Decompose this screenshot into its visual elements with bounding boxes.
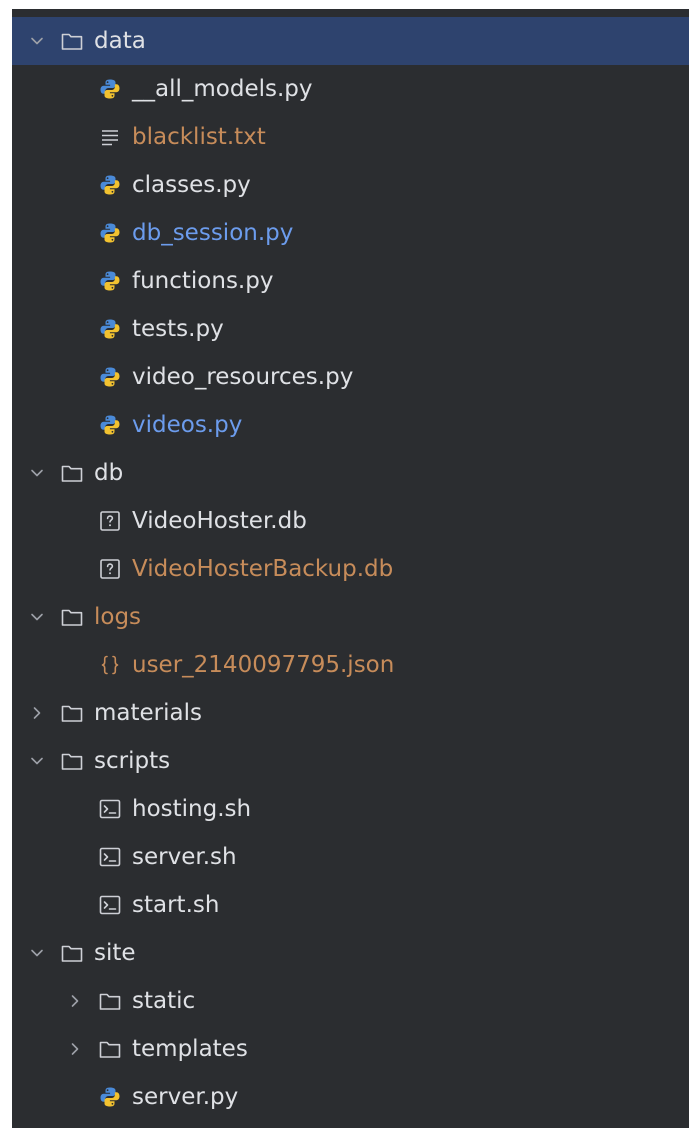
python-icon (98, 413, 122, 437)
chevron-right-icon[interactable] (64, 1038, 86, 1060)
tree-file-server-py[interactable]: server.py (12, 1073, 689, 1121)
tree-file-blacklist-txt[interactable]: blacklist.txt (12, 113, 689, 161)
tree-item-label: blacklist.txt (132, 124, 266, 150)
tree-file-user-2140097795-json[interactable]: user_2140097795.json (12, 641, 689, 689)
tree-file--all-models-py[interactable]: __all_models.py (12, 65, 689, 113)
chevron-right-icon[interactable] (26, 702, 48, 724)
tree-item-label: user_2140097795.json (132, 652, 395, 678)
tree-folder-templates[interactable]: templates (12, 1025, 689, 1073)
tree-item-label: db (94, 460, 124, 486)
chevron-down-icon[interactable] (26, 750, 48, 772)
tree-item-label: scripts (94, 748, 171, 774)
tree-item-label: video_resources.py (132, 364, 354, 390)
tree-item-label: static (132, 988, 196, 1014)
tree-file-functions-py[interactable]: functions.py (12, 257, 689, 305)
tree-file-videohosterbackup-db[interactable]: VideoHosterBackup.db (12, 545, 689, 593)
shell-icon (98, 893, 122, 917)
tree-item-label: hosting.sh (132, 796, 252, 822)
json-icon (98, 653, 122, 677)
tree-item-label: VideoHosterBackup.db (132, 556, 394, 582)
tree-folder-materials[interactable]: materials (12, 689, 689, 737)
shell-icon (98, 797, 122, 821)
tree-folder-data[interactable]: data (12, 17, 689, 65)
tree-item-label: __all_models.py (132, 76, 313, 102)
unknown-file-icon (98, 509, 122, 533)
folder-icon (60, 29, 84, 53)
tree-file-videohoster-db[interactable]: VideoHoster.db (12, 497, 689, 545)
python-icon (98, 221, 122, 245)
python-icon (98, 1085, 122, 1109)
tree-folder-site[interactable]: site (12, 929, 689, 977)
tree-file-classes-py[interactable]: classes.py (12, 161, 689, 209)
tree-item-label: tests.py (132, 316, 224, 342)
folder-icon (60, 701, 84, 725)
tree-file-video-resources-py[interactable]: video_resources.py (12, 353, 689, 401)
text-file-icon (98, 125, 122, 149)
python-icon (98, 269, 122, 293)
folder-icon (98, 1037, 122, 1061)
tree-item-label: site (94, 940, 136, 966)
chevron-down-icon[interactable] (26, 942, 48, 964)
tree-item-label: server.sh (132, 844, 237, 870)
tree-item-label: data (94, 28, 146, 54)
chevron-down-icon[interactable] (26, 606, 48, 628)
tree-item-label: logs (94, 604, 142, 630)
tree-item-label: server.py (132, 1084, 239, 1110)
tree-item-label: start.sh (132, 892, 220, 918)
tree-folder-static[interactable]: static (12, 977, 689, 1025)
tree-item-label: VideoHoster.db (132, 508, 307, 534)
python-icon (98, 317, 122, 341)
tree-file-server-sh[interactable]: server.sh (12, 833, 689, 881)
tree-file-tests-py[interactable]: tests.py (12, 305, 689, 353)
tree-item-label: db_session.py (132, 220, 294, 246)
tree-folder-scripts[interactable]: scripts (12, 737, 689, 785)
tree-file-hosting-sh[interactable]: hosting.sh (12, 785, 689, 833)
folder-icon (98, 989, 122, 1013)
tree-item-label: templates (132, 1036, 248, 1062)
tree-file-start-sh[interactable]: start.sh (12, 881, 689, 929)
tree-item-label: videos.py (132, 412, 243, 438)
tree-folder-logs[interactable]: logs (12, 593, 689, 641)
chevron-down-icon[interactable] (26, 30, 48, 52)
python-icon (98, 365, 122, 389)
project-tree-panel: data __all_models.py blacklist.txt classes.… (12, 9, 689, 1128)
folder-icon (60, 605, 84, 629)
shell-icon (98, 845, 122, 869)
unknown-file-icon (98, 557, 122, 581)
folder-icon (60, 941, 84, 965)
folder-icon (60, 749, 84, 773)
tree-file-videos-py[interactable]: videos.py (12, 401, 689, 449)
tree-folder-db[interactable]: db (12, 449, 689, 497)
tree-file-db-session-py[interactable]: db_session.py (12, 209, 689, 257)
tree-item-label: materials (94, 700, 202, 726)
python-icon (98, 173, 122, 197)
tree-item-label: functions.py (132, 268, 274, 294)
tree-item-label: classes.py (132, 172, 251, 198)
chevron-down-icon[interactable] (26, 462, 48, 484)
python-icon (98, 77, 122, 101)
chevron-right-icon[interactable] (64, 990, 86, 1012)
folder-icon (60, 461, 84, 485)
